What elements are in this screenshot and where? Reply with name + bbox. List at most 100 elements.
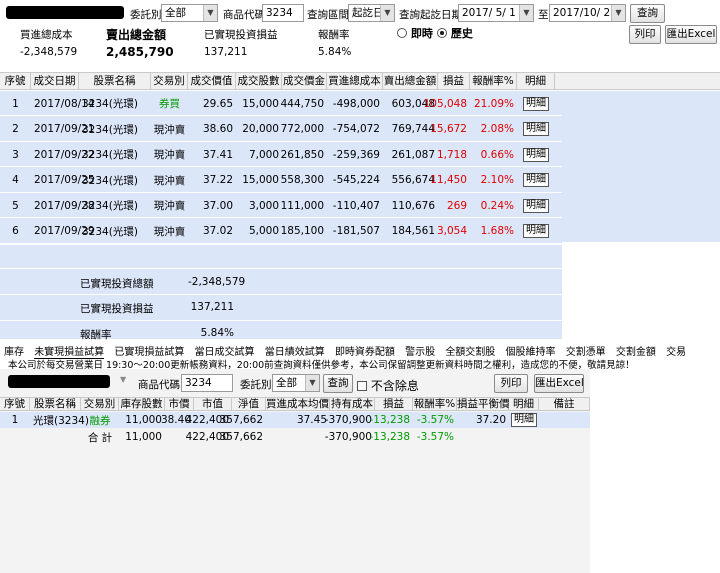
realized-row-return: 2.10% (480, 174, 514, 186)
detail-button[interactable]: 明細 (523, 147, 549, 162)
realized-row-sell-amount: 110,676 (391, 199, 435, 212)
product-code-input[interactable]: 3234 (262, 4, 304, 22)
realized-row-detail-cell: 明細 (517, 91, 555, 116)
header-date: 成交日期 (31, 73, 79, 89)
exclude-dividend-label: 不含除息 (370, 379, 419, 393)
bottom-query-button[interactable]: 查詢 (323, 374, 353, 393)
u-row-hold-cost: -370,900 (324, 414, 372, 426)
realized-row-price: 37.00 (202, 199, 233, 212)
realized-row-shares: 15,000 (242, 174, 279, 186)
query-range-select-value: 起訖日 (352, 7, 384, 19)
header-shares: 成交股數 (236, 73, 282, 89)
detail-button[interactable]: 明細 (523, 96, 549, 111)
row-divider (0, 268, 562, 269)
tab-warning-stocks[interactable]: 警示股 (405, 343, 435, 358)
return-label: 報酬率 (318, 29, 350, 41)
footer-return-value: 5.84% (200, 327, 234, 339)
realized-row-price: 37.02 (202, 225, 233, 237)
tab-daily-trades[interactable]: 當日成交試算 (195, 343, 255, 358)
realized-table-row[interactable]: 3 2017/09/22 3234(光環) 現沖賣 37.41 7,000 261,850-… (0, 142, 562, 167)
realized-row-amount: 111,000 (280, 199, 324, 212)
tab-full-delivery[interactable]: 全額交割股 (445, 343, 495, 358)
realized-row-sell-amount: 184,561 (391, 225, 435, 237)
realized-row-buy-cost: -545,224 (332, 174, 380, 186)
tab-margin-quota[interactable]: 即時資券配額 (335, 343, 395, 358)
realized-row-amount: 261,850 (280, 148, 324, 161)
row-divider (0, 244, 562, 245)
footer-return-label: 報酬率 (80, 329, 112, 341)
realized-row-type: 現沖賣 (153, 225, 186, 238)
u-header-market-value: 市值 (194, 398, 232, 410)
mode-realtime-radio[interactable]: 即時 (397, 25, 433, 41)
redacted-account-bottom (8, 375, 110, 388)
query-button[interactable]: 查詢 (630, 4, 665, 23)
realized-row-no: 4 (12, 174, 19, 186)
realized-row-shares: 15,000 (242, 97, 279, 110)
realized-row-pl: 15,672 (430, 123, 467, 135)
date-to-label: 至 (538, 9, 549, 21)
export-excel-button[interactable]: 匯出Excel (665, 25, 717, 44)
realized-row-return: 2.08% (480, 123, 514, 135)
realized-row-shares: 7,000 (248, 148, 279, 161)
exclude-dividend-checkbox[interactable]: 不含除息 (357, 377, 419, 394)
mode-history-radio[interactable]: 歷史 (437, 25, 473, 41)
bottom-export-excel-button[interactable]: 匯出Excel (534, 374, 584, 393)
u-header-breakeven: 損益平衡價 (457, 398, 510, 410)
u-row-net-value: 357,662 (219, 414, 263, 426)
realized-table-row[interactable]: 5 2017/09/28 3234(光環) 現沖賣 37.00 3,000 111,000-… (0, 193, 562, 218)
sell-amount-label: 賣出總金額 (106, 28, 167, 42)
realized-table-row[interactable]: 1 2017/08/14 3234(光環) 券買 29.65 15,000 444,750-… (0, 91, 562, 116)
tab-maintenance-ratio[interactable]: 個股維持率 (506, 343, 556, 358)
chevron-down-icon[interactable]: ▼ (120, 375, 126, 384)
bottom-delegate-select[interactable]: 全部 ▼ (272, 374, 320, 392)
tab-realized-pl[interactable]: 已實現損益試算 (114, 343, 184, 358)
bottom-product-code-input[interactable]: 3234 (181, 374, 233, 392)
detail-button[interactable]: 明細 (523, 224, 549, 238)
realized-table-row[interactable]: 4 2017/09/25 3234(光環) 現沖賣 37.22 15,000 558,300… (0, 168, 562, 193)
detail-button[interactable]: 明細 (523, 122, 549, 136)
realized-row-price: 38.60 (202, 123, 233, 135)
bottom-print-button[interactable]: 列印 (494, 374, 528, 393)
realized-row-type: 現沖賣 (153, 174, 186, 187)
realized-table-row[interactable]: 2 2017/09/21 3234(光環) 現沖賣 38.60 20,000 772,000… (0, 117, 562, 142)
date-from-picker[interactable]: 2017/ 5/ 1 ▼ (458, 4, 534, 22)
date-to-picker[interactable]: 2017/10/ 2 ▼ (549, 4, 626, 22)
realized-row-date: 2017/09/25 (34, 174, 95, 186)
realized-row-type: 券買 (159, 98, 180, 110)
realized-row-no: 6 (12, 225, 19, 237)
realized-row-name: 3234(光環) (82, 200, 138, 212)
realized-row-name: 3234(光環) (82, 123, 138, 136)
u-row-no: 1 (11, 414, 19, 426)
tab-trade[interactable]: 交易 (666, 343, 686, 358)
u-header-shares: 庫存股數 (119, 398, 165, 410)
u-row-return: -3.57% (416, 414, 454, 426)
unrealized-table-row[interactable]: 1 光環(3234) 融券 11,000 38.40 422,400 357,6… (0, 412, 590, 428)
date-to-value: 2017/10/ 2 (553, 7, 611, 19)
realized-row-amount: 558,300 (280, 174, 324, 186)
tab-inventory[interactable]: 庫存 (4, 343, 24, 358)
header-trade-type: 交易別 (151, 73, 188, 89)
tab-settlement-amount[interactable]: 交割金額 (616, 343, 656, 358)
tab-settlement-slip[interactable]: 交割憑單 (566, 343, 606, 358)
u-total-return: -3.57% (416, 431, 454, 443)
realized-row-buy-cost: -181,507 (332, 225, 380, 237)
delegate-select[interactable]: 全部 ▼ (161, 4, 218, 22)
u-row-detail-button[interactable]: 明細 (511, 413, 537, 427)
return-value: 5.84% (318, 46, 352, 58)
query-range-select[interactable]: 起訖日 ▼ (348, 4, 395, 22)
realized-table-row[interactable]: 6 2017/09/29 3234(光環) 現沖賣 37.02 5,000 185,100-… (0, 219, 562, 244)
realized-row-amount: 185,100 (280, 225, 324, 237)
mode-history-label: 歷史 (450, 27, 473, 40)
header-pl: 損益 (438, 73, 470, 89)
detail-button[interactable]: 明細 (523, 173, 549, 187)
tab-daily-performance[interactable]: 當日績效試算 (265, 343, 325, 358)
print-button[interactable]: 列印 (629, 25, 661, 44)
detail-button[interactable]: 明細 (523, 198, 549, 213)
realized-row-shares: 3,000 (248, 199, 279, 212)
realized-row-price: 29.65 (202, 97, 233, 110)
header-price: 成交價值 (188, 73, 236, 89)
u-header-note: 備註 (539, 398, 590, 410)
chevron-down-icon: ▼ (519, 5, 533, 21)
realized-row-no: 2 (12, 123, 19, 135)
header-amount: 成交價金 (283, 73, 327, 89)
